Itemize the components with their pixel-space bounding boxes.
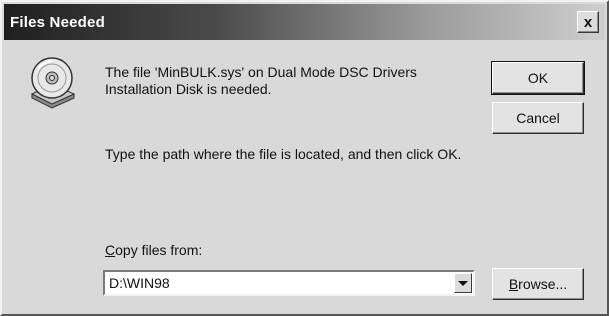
cd-disk-icon [30,57,76,109]
copy-files-from-label: Copy files from: [105,242,202,258]
browse-accelerator: B [508,276,519,292]
cancel-button[interactable]: Cancel [492,102,584,134]
browse-button[interactable]: Browse... [492,268,584,300]
close-icon: x [583,13,593,31]
copy-files-label-text: opy files from: [115,242,203,258]
copy-files-path-input[interactable]: D:\WIN98 [109,275,170,291]
window-title: Files Needed [10,13,105,31]
browse-label-text: rowse... [518,276,568,292]
chevron-down-icon [458,280,468,286]
copy-files-accelerator: C [105,242,116,258]
ok-button[interactable]: OK [491,61,585,95]
file-needed-message: The file 'MinBULK.sys' on Dual Mode DSC … [105,64,417,97]
path-dropdown-button[interactable] [454,273,472,293]
copy-files-path-combobox[interactable]: D:\WIN98 [103,270,475,296]
path-instruction-message: Type the path where the file is located,… [105,146,462,162]
files-needed-dialog: Files Needed x The file 'MinBULK.sys' on… [0,0,609,316]
title-bar: Files Needed x [4,4,605,40]
close-button[interactable]: x [577,11,599,33]
